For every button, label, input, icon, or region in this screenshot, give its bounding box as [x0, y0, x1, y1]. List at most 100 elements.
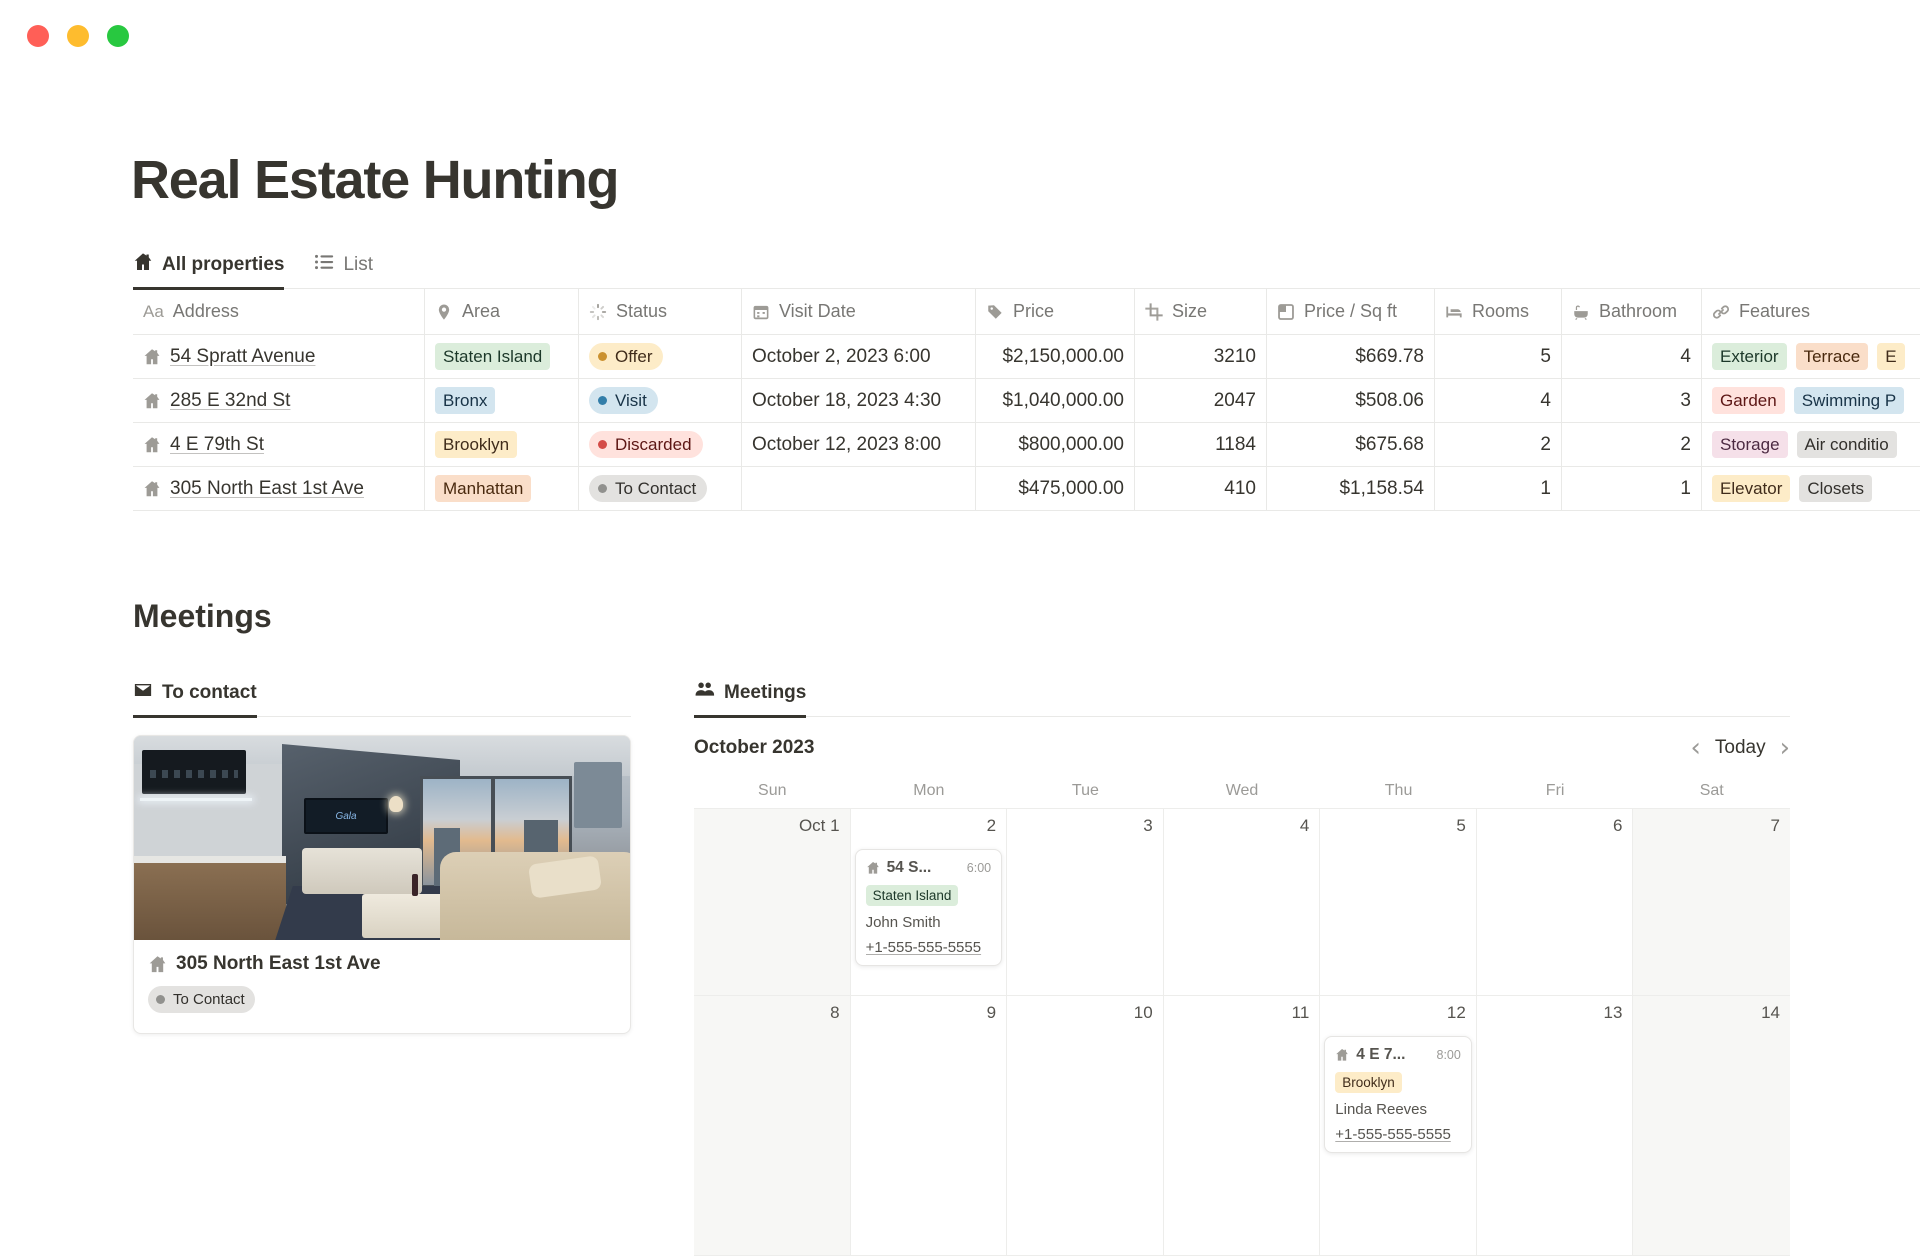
calendar-day-cell[interactable]: 3	[1007, 809, 1164, 995]
price-cell[interactable]: $475,000.00	[976, 467, 1135, 510]
minimize-window-button[interactable]	[67, 25, 89, 47]
status-cell[interactable]: To Contact	[579, 467, 742, 510]
area-cell[interactable]: Staten Island	[425, 335, 579, 378]
features-cell[interactable]: Exterior Terrace E	[1702, 335, 1920, 378]
feature-tag[interactable]: Elevator	[1712, 475, 1790, 502]
calendar-day-cell[interactable]: 13	[1477, 996, 1634, 1255]
status-dot	[598, 484, 607, 493]
calendar-day-cell[interactable]: 12 4 E 7... 8:00 Brooklyn Linda Reeves +…	[1320, 996, 1477, 1255]
area-cell[interactable]: Manhattan	[425, 467, 579, 510]
column-header-bathroom[interactable]: Bathroom	[1562, 289, 1702, 334]
features-cell[interactable]: Elevator Closets	[1702, 467, 1920, 510]
address-cell[interactable]: 54 Spratt Avenue	[133, 335, 425, 378]
chevron-left-icon[interactable]: ‹	[1690, 738, 1700, 758]
status-cell[interactable]: Visit	[579, 379, 742, 422]
feature-tag[interactable]: Terrace	[1796, 343, 1869, 370]
column-header-size[interactable]: Size	[1135, 289, 1267, 334]
features-cell[interactable]: Garden Swimming P	[1702, 379, 1920, 422]
tab-to-contact[interactable]: To contact	[133, 680, 257, 718]
area-tag[interactable]: Manhattan	[435, 475, 531, 502]
size-cell[interactable]: 410	[1135, 467, 1267, 510]
visit-date-cell[interactable]	[742, 467, 976, 510]
feature-tag[interactable]: E	[1877, 343, 1904, 370]
size-cell[interactable]: 2047	[1135, 379, 1267, 422]
area-cell[interactable]: Bronx	[425, 379, 579, 422]
column-header-price-sqft[interactable]: Price / Sq ft	[1267, 289, 1435, 334]
price-cell[interactable]: $2,150,000.00	[976, 335, 1135, 378]
event-phone-link[interactable]: +1-555-555-5555	[866, 939, 992, 956]
tab-meetings[interactable]: Meetings	[694, 679, 806, 718]
area-tag[interactable]: Bronx	[435, 387, 495, 414]
photo-wine-bottle	[412, 874, 418, 896]
size-cell[interactable]: 3210	[1135, 335, 1267, 378]
calendar-event-card[interactable]: 54 S... 6:00 Staten Island John Smith +1…	[855, 849, 1003, 966]
area-tag[interactable]: Staten Island	[435, 343, 550, 370]
chevron-right-icon[interactable]: ›	[1780, 738, 1790, 758]
features-cell[interactable]: Storage Air conditio	[1702, 423, 1920, 466]
close-window-button[interactable]	[27, 25, 49, 47]
column-header-rooms[interactable]: Rooms	[1435, 289, 1562, 334]
feature-tag[interactable]: Exterior	[1712, 343, 1787, 370]
status-pill[interactable]: Offer	[589, 343, 663, 370]
calendar-event-card[interactable]: 4 E 7... 8:00 Brooklyn Linda Reeves +1-5…	[1324, 1036, 1472, 1153]
price-sqft-cell[interactable]: $669.78	[1267, 335, 1435, 378]
address-cell[interactable]: 285 E 32nd St	[133, 379, 425, 422]
column-header-visit-date[interactable]: Visit Date	[742, 289, 976, 334]
calendar-day-cell[interactable]: Oct 1	[694, 809, 851, 995]
calendar-day-cell[interactable]: 4	[1164, 809, 1321, 995]
bathroom-cell[interactable]: 1	[1562, 467, 1702, 510]
tab-list[interactable]: List	[314, 252, 373, 290]
mail-icon	[133, 680, 153, 706]
price-sqft-cell[interactable]: $1,158.54	[1267, 467, 1435, 510]
area-tag[interactable]: Brooklyn	[435, 431, 517, 458]
event-area-tag: Brooklyn	[1335, 1072, 1402, 1093]
price-sqft-cell[interactable]: $675.68	[1267, 423, 1435, 466]
calendar-day-cell[interactable]: 6	[1477, 809, 1634, 995]
bathroom-cell[interactable]: 4	[1562, 335, 1702, 378]
event-phone-link[interactable]: +1-555-555-5555	[1335, 1126, 1461, 1143]
calendar-day-cell[interactable]: 5	[1320, 809, 1477, 995]
size-cell[interactable]: 1184	[1135, 423, 1267, 466]
price-cell[interactable]: $1,040,000.00	[976, 379, 1135, 422]
price-sqft-cell[interactable]: $508.06	[1267, 379, 1435, 422]
today-button[interactable]: Today	[1715, 737, 1766, 759]
price-cell[interactable]: $800,000.00	[976, 423, 1135, 466]
visit-date-cell[interactable]: October 18, 2023 4:30	[742, 379, 976, 422]
status-pill[interactable]: Discarded	[589, 431, 703, 458]
calendar-day-cell[interactable]: 9	[851, 996, 1008, 1255]
address-cell[interactable]: 305 North East 1st Ave	[133, 467, 425, 510]
feature-tag[interactable]: Garden	[1712, 387, 1785, 414]
tab-all-properties[interactable]: All properties	[133, 252, 284, 290]
status-cell[interactable]: Discarded	[579, 423, 742, 466]
feature-tag[interactable]: Swimming P	[1794, 387, 1904, 414]
rooms-cell[interactable]: 1	[1435, 467, 1562, 510]
calendar-day-cell[interactable]: 10	[1007, 996, 1164, 1255]
rooms-cell[interactable]: 5	[1435, 335, 1562, 378]
column-header-status[interactable]: Status	[579, 289, 742, 334]
feature-tag[interactable]: Storage	[1712, 431, 1788, 458]
rooms-cell[interactable]: 4	[1435, 379, 1562, 422]
rooms-cell[interactable]: 2	[1435, 423, 1562, 466]
calendar-day-cell[interactable]: 7	[1633, 809, 1790, 995]
calendar-day-cell[interactable]: 14	[1633, 996, 1790, 1255]
column-header-address[interactable]: AaAddress	[133, 289, 425, 334]
status-pill[interactable]: To Contact	[589, 475, 707, 502]
status-pill[interactable]: Visit	[589, 387, 658, 414]
address-cell[interactable]: 4 E 79th St	[133, 423, 425, 466]
calendar-day-cell[interactable]: 11	[1164, 996, 1321, 1255]
feature-tag[interactable]: Air conditio	[1797, 431, 1897, 458]
visit-date-cell[interactable]: October 2, 2023 6:00	[742, 335, 976, 378]
bathroom-cell[interactable]: 3	[1562, 379, 1702, 422]
property-card[interactable]: Gala 305 North East 1st Ave To Contact	[133, 735, 631, 1034]
area-cell[interactable]: Brooklyn	[425, 423, 579, 466]
zoom-window-button[interactable]	[107, 25, 129, 47]
bathroom-cell[interactable]: 2	[1562, 423, 1702, 466]
status-cell[interactable]: Offer	[579, 335, 742, 378]
calendar-day-cell[interactable]: 2 54 S... 6:00 Staten Island John Smith …	[851, 809, 1008, 995]
column-header-area[interactable]: Area	[425, 289, 579, 334]
column-header-features[interactable]: Features	[1702, 289, 1920, 334]
calendar-day-cell[interactable]: 8	[694, 996, 851, 1255]
visit-date-cell[interactable]: October 12, 2023 8:00	[742, 423, 976, 466]
column-header-price[interactable]: Price	[976, 289, 1135, 334]
feature-tag[interactable]: Closets	[1799, 475, 1872, 502]
